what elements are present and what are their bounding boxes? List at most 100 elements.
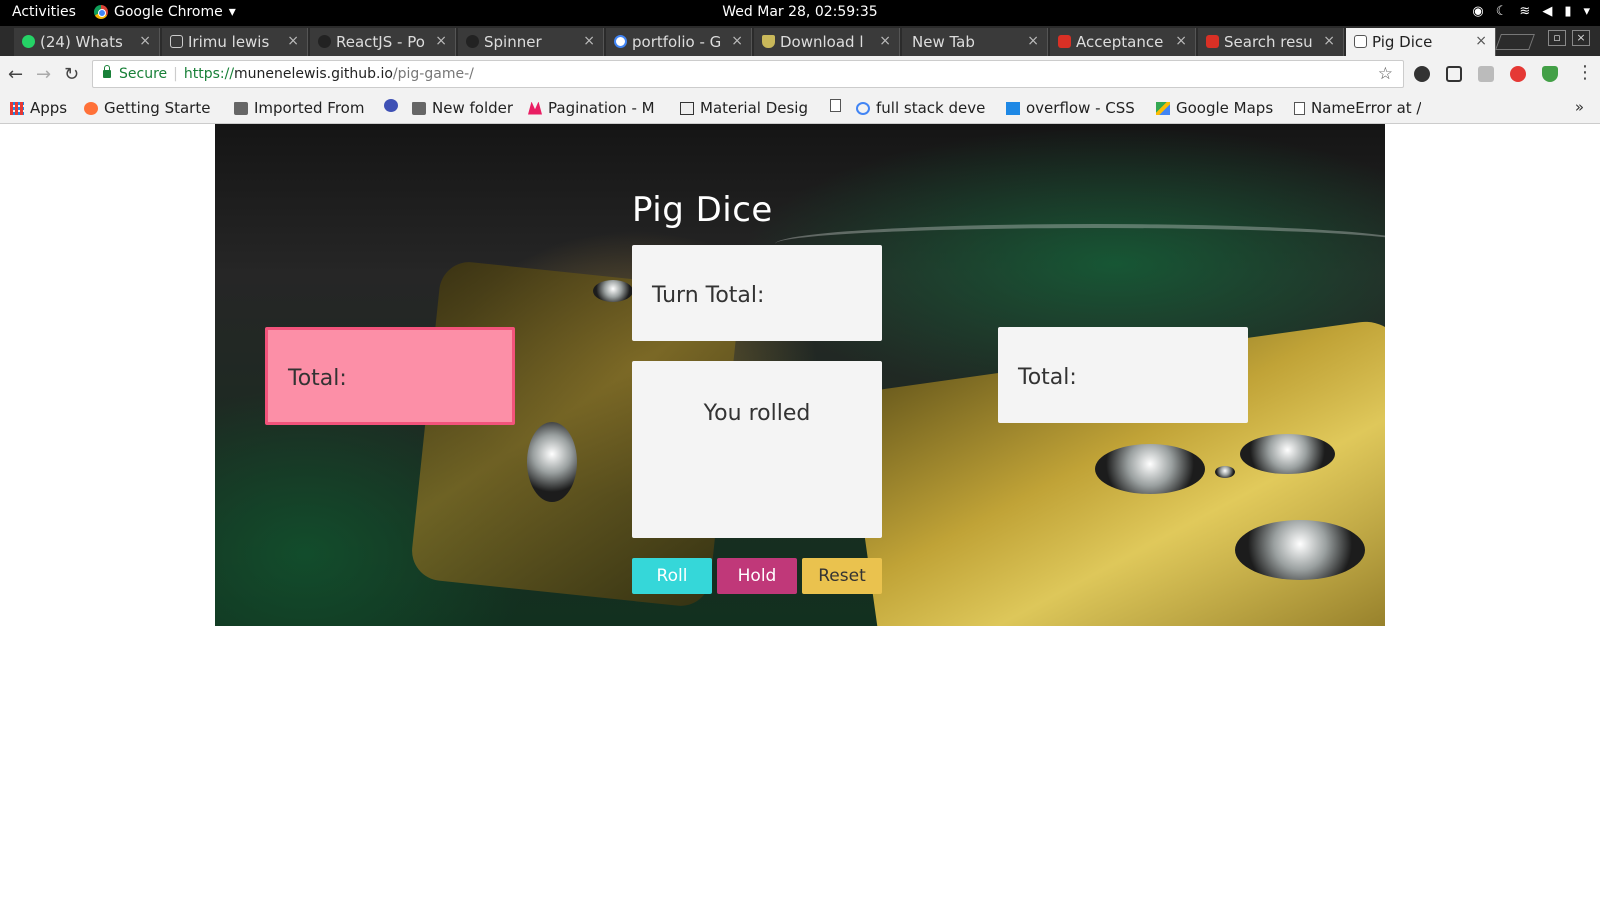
close-icon[interactable]: × xyxy=(1475,33,1487,49)
gmail-icon xyxy=(1058,35,1071,48)
tab-download[interactable]: Download l × xyxy=(754,28,900,56)
die-pip xyxy=(1235,520,1365,580)
close-icon[interactable]: × xyxy=(1175,33,1187,49)
player2-total-label: Total: xyxy=(1018,365,1077,390)
app-name: Google Chrome xyxy=(114,4,223,20)
maps-icon xyxy=(1156,101,1170,115)
bookmark-material-design[interactable]: Material Desig xyxy=(680,99,816,117)
extension-cube-icon[interactable] xyxy=(1446,66,1462,82)
folder-icon xyxy=(234,101,248,115)
close-window-icon[interactable]: × xyxy=(1572,30,1590,46)
bookmark-new-folder[interactable]: New folder xyxy=(412,99,513,117)
close-icon[interactable]: × xyxy=(435,33,447,49)
bookmark-page[interactable] xyxy=(830,99,847,112)
close-icon[interactable]: × xyxy=(287,33,299,49)
minimize-window-icon[interactable]: ▫ xyxy=(1548,30,1566,46)
material-icon xyxy=(680,101,694,115)
bookmarks-bar: Apps Getting Starte Imported From New fo… xyxy=(0,92,1600,124)
github-icon xyxy=(466,35,479,48)
player1-score-card: Total: xyxy=(265,327,515,425)
bookmark-imported-from[interactable]: Imported From xyxy=(234,99,370,117)
tab-pig-dice[interactable]: Pig Dice × xyxy=(1346,28,1496,56)
system-tray[interactable]: ◉ ☾ ≋ ◀ ▮ ▾ xyxy=(1472,4,1590,19)
roll-result-card: You rolled xyxy=(632,361,882,538)
die-pip xyxy=(527,422,577,502)
bookmark-full-stack[interactable]: full stack deve xyxy=(856,99,992,117)
page-content: Pig Dice Total: Turn Total: You rolled T… xyxy=(0,124,1600,900)
caret-down-icon: ▾ xyxy=(228,4,236,20)
reload-icon[interactable]: ↻ xyxy=(64,64,79,85)
night-light-icon[interactable]: ☾ xyxy=(1496,4,1508,19)
chrome-menu-icon[interactable]: ⋮ xyxy=(1576,62,1594,83)
die-pip xyxy=(1240,434,1335,474)
battery-icon[interactable]: ▮ xyxy=(1564,4,1571,19)
close-icon[interactable]: × xyxy=(583,33,595,49)
address-bar[interactable]: Secure | https://munenelewis.github.io/p… xyxy=(92,60,1404,88)
google-icon xyxy=(856,101,870,115)
extension-bird-icon[interactable] xyxy=(1414,66,1430,82)
page-icon xyxy=(1354,35,1367,48)
tab-spinner[interactable]: Spinner × xyxy=(458,28,604,56)
bookmark-star-icon[interactable]: ☆ xyxy=(1378,64,1393,84)
tab-irimu-lewis[interactable]: Irimu lewis × xyxy=(162,28,308,56)
page-icon xyxy=(830,99,841,112)
address-divider: | xyxy=(173,66,178,82)
die-pip xyxy=(1095,444,1205,494)
activities-button[interactable]: Activities xyxy=(12,4,76,20)
browser-toolbar: ← → ↻ Secure | https://munenelewis.githu… xyxy=(0,56,1600,92)
roll-button[interactable]: Roll xyxy=(632,558,712,594)
tab-whatsapp[interactable]: (24) Whats × xyxy=(14,28,160,56)
close-icon[interactable]: × xyxy=(1027,33,1039,49)
tab-new-tab[interactable]: New Tab × xyxy=(902,28,1048,56)
record-icon[interactable]: ◉ xyxy=(1472,4,1483,19)
chrome-icon xyxy=(94,5,108,19)
tab-portfolio[interactable]: portfolio - G × xyxy=(606,28,752,56)
app-menu[interactable]: Google Chrome ▾ xyxy=(94,4,236,20)
player1-total-label: Total: xyxy=(288,366,347,391)
close-icon[interactable]: × xyxy=(139,33,151,49)
system-top-bar: Activities Google Chrome ▾ Wed Mar 28, 0… xyxy=(0,0,1600,26)
url-path: /pig-game-/ xyxy=(392,66,474,82)
bookmark-overflow-css[interactable]: overflow - CSS xyxy=(1006,99,1142,117)
shield-icon xyxy=(762,35,775,48)
apps-grid-icon xyxy=(10,101,24,115)
url-protocol: https:// xyxy=(183,66,235,82)
bookmark-icon xyxy=(1006,101,1020,115)
bookmark-d[interactable] xyxy=(384,99,404,112)
turn-total-label: Turn Total: xyxy=(652,283,765,308)
github-icon xyxy=(318,35,331,48)
bookmark-nameerror[interactable]: NameError at / xyxy=(1294,99,1421,117)
page-icon xyxy=(1294,101,1305,115)
bookmark-pagination[interactable]: Pagination - M xyxy=(528,99,664,117)
volume-icon[interactable]: ◀ xyxy=(1542,4,1552,19)
reset-button[interactable]: Reset xyxy=(802,558,882,594)
close-icon[interactable]: × xyxy=(879,33,891,49)
new-tab-button[interactable] xyxy=(1495,34,1535,50)
bookmark-getting-started[interactable]: Getting Starte xyxy=(84,99,220,117)
hold-button[interactable]: Hold xyxy=(717,558,797,594)
firefox-icon xyxy=(84,101,98,115)
bookmark-google-maps[interactable]: Google Maps xyxy=(1156,99,1273,117)
lock-icon xyxy=(103,65,111,78)
forward-arrow-icon[interactable]: → xyxy=(36,64,51,85)
tab-search-results[interactable]: Search resu × xyxy=(1198,28,1344,56)
back-arrow-icon[interactable]: ← xyxy=(8,64,23,85)
extension-square-icon[interactable] xyxy=(1478,66,1494,82)
close-icon[interactable]: × xyxy=(731,33,743,49)
folder-icon xyxy=(412,101,426,115)
die-pip xyxy=(593,280,633,302)
page-icon xyxy=(170,35,183,48)
extension-block-icon[interactable] xyxy=(1510,66,1526,82)
wifi-icon[interactable]: ≋ xyxy=(1519,4,1530,19)
tab-reactjs[interactable]: ReactJS - Po × xyxy=(310,28,456,56)
turn-total-card: Turn Total: xyxy=(632,245,882,341)
system-menu-caret-icon[interactable]: ▾ xyxy=(1583,4,1590,19)
rolled-label: You rolled xyxy=(703,401,811,426)
game-title: Pig Dice xyxy=(632,190,773,230)
clock[interactable]: Wed Mar 28, 02:59:35 xyxy=(722,4,877,20)
extension-shield-icon[interactable] xyxy=(1542,66,1558,82)
tab-acceptance[interactable]: Acceptance × xyxy=(1050,28,1196,56)
close-icon[interactable]: × xyxy=(1323,33,1335,49)
bookmark-apps[interactable]: Apps xyxy=(10,99,67,117)
bookmarks-overflow-icon[interactable]: » xyxy=(1575,98,1584,116)
